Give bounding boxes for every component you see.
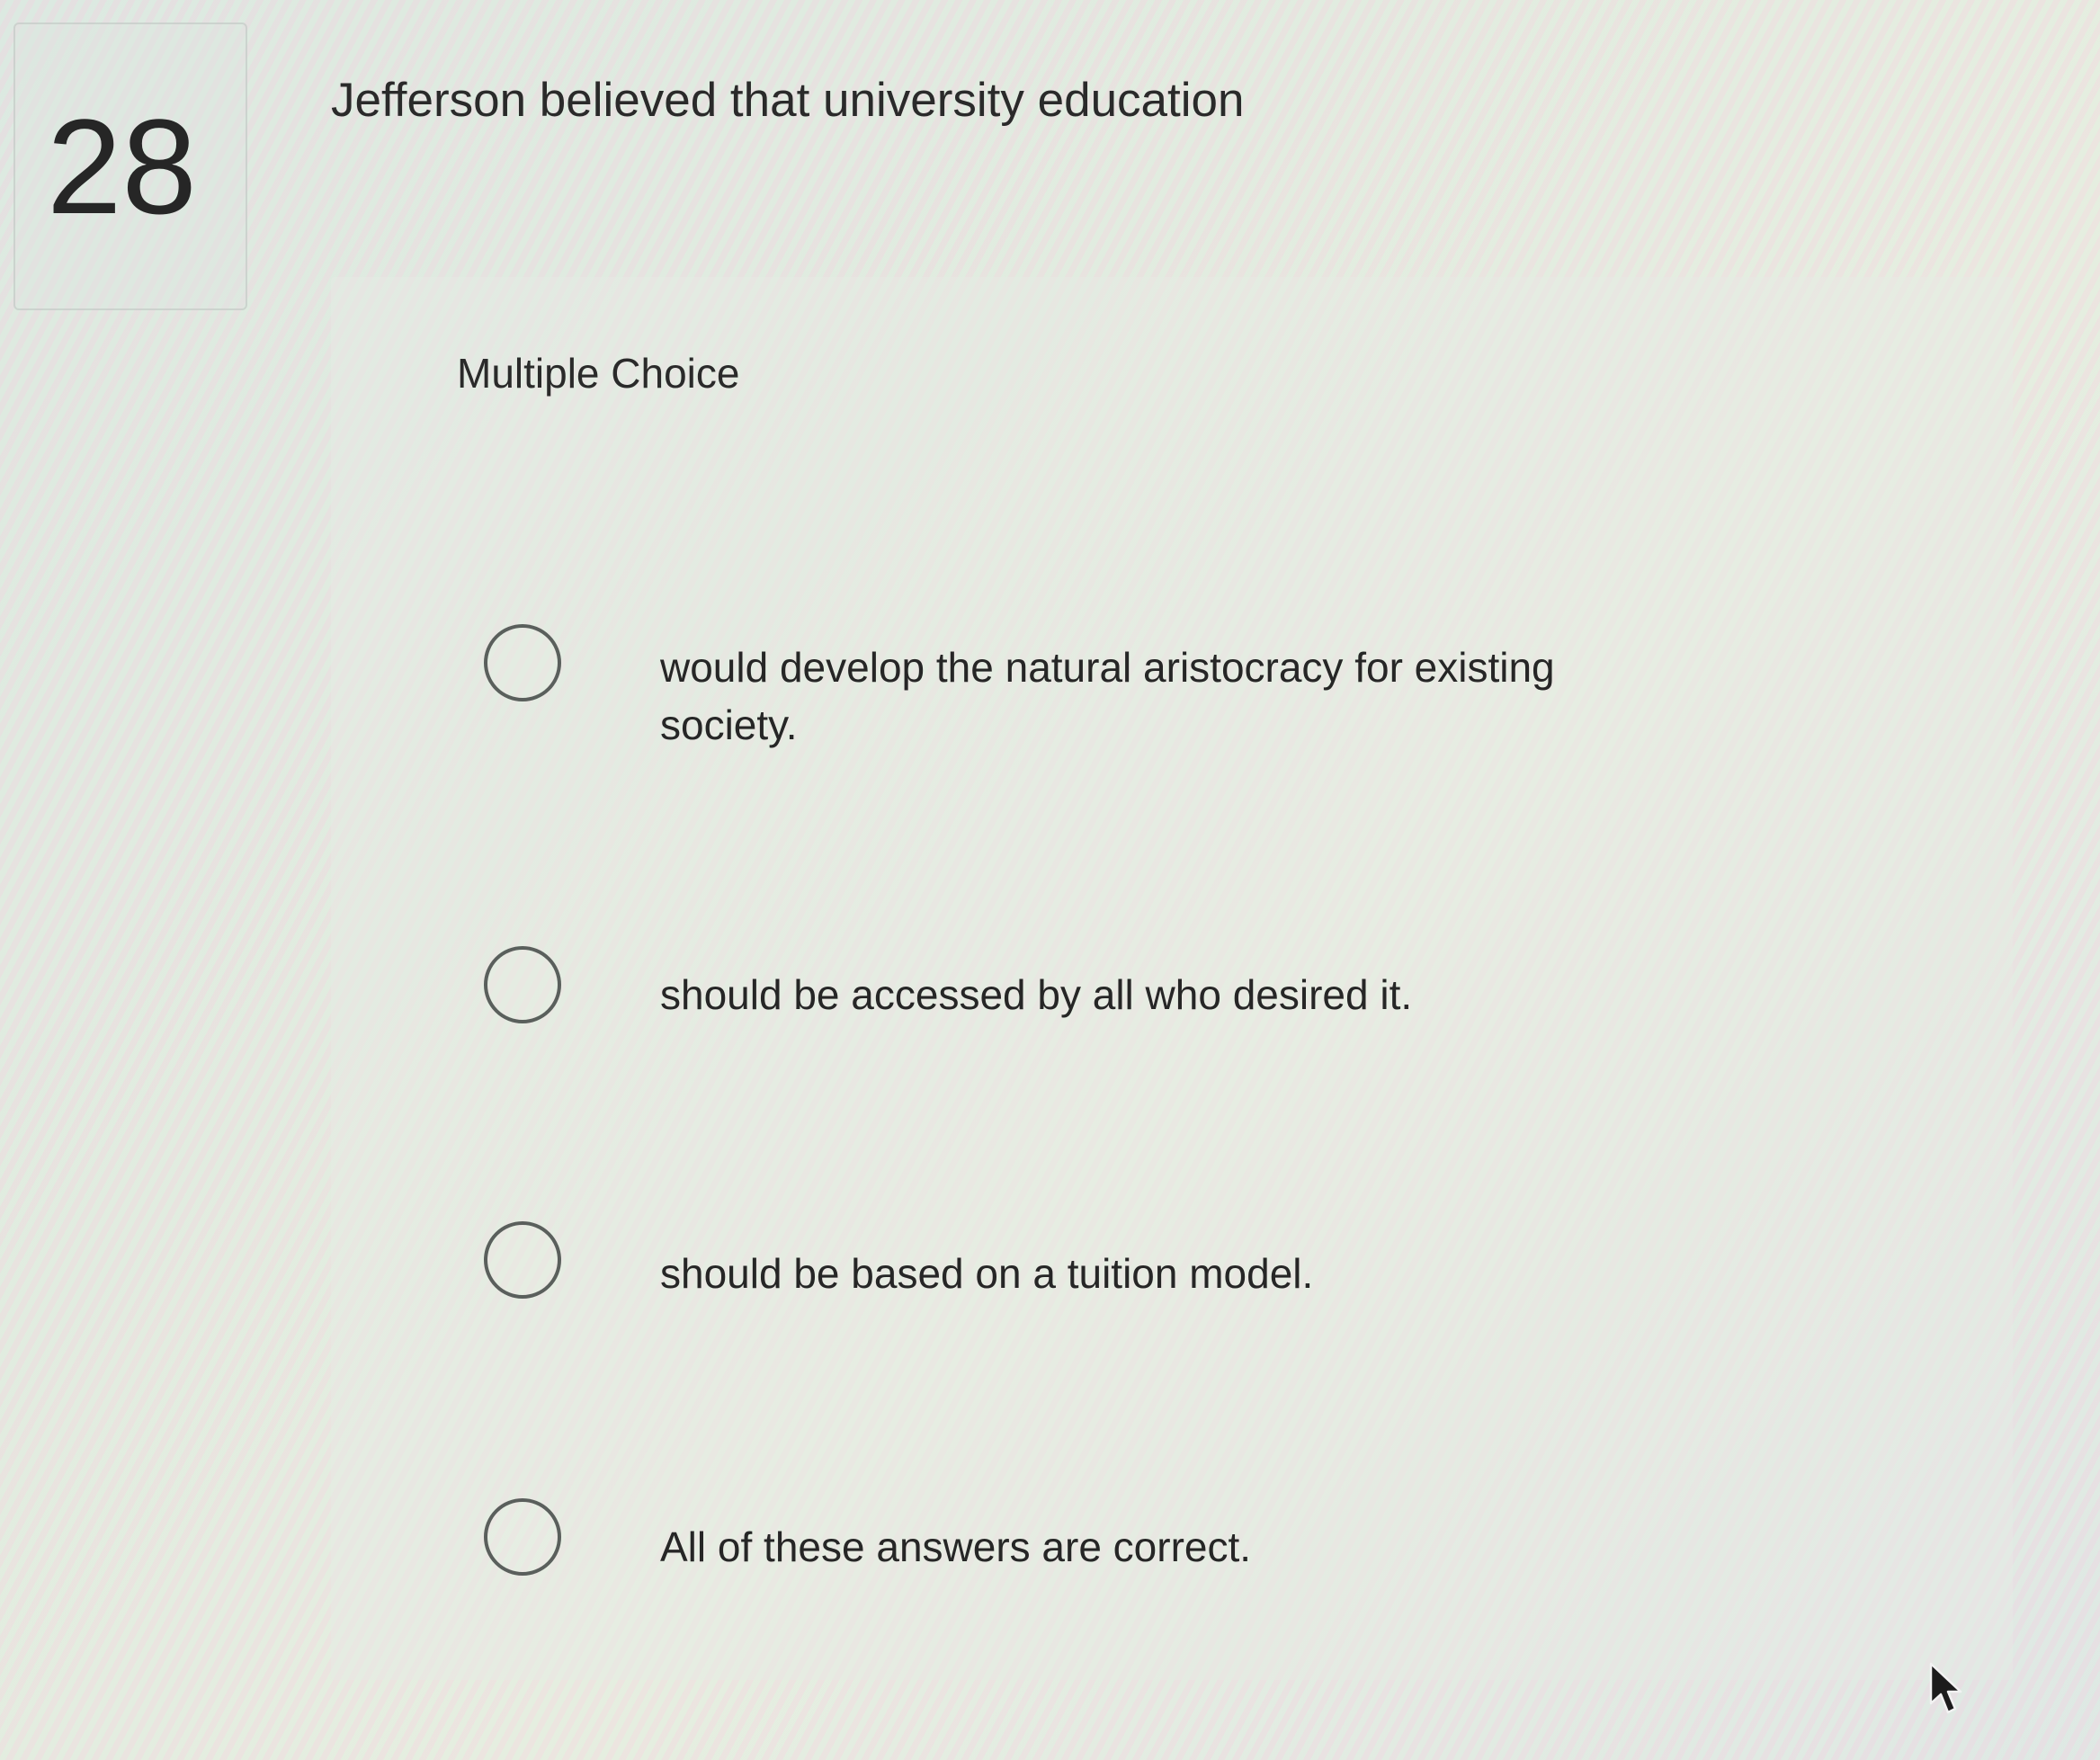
mouse-pointer-icon xyxy=(1929,1662,1962,1714)
answer-option-label[interactable]: should be based on a tuition model. xyxy=(660,1245,1649,1302)
radio-circle-icon[interactable] xyxy=(484,1498,561,1576)
radio-circle-icon[interactable] xyxy=(484,1221,561,1299)
radio-circle-icon[interactable] xyxy=(484,624,561,701)
question-prompt: Jefferson believed that university educa… xyxy=(331,74,1245,127)
question-type-label: Multiple Choice xyxy=(457,350,740,397)
answer-option-label[interactable]: should be accessed by all who desired it… xyxy=(660,966,1649,1023)
answer-option-label[interactable]: All of these answers are correct. xyxy=(660,1518,1649,1576)
question-number: 28 xyxy=(47,91,197,242)
answer-option-label[interactable]: would develop the natural aristocracy fo… xyxy=(660,639,1649,754)
radio-circle-icon[interactable] xyxy=(484,946,561,1023)
